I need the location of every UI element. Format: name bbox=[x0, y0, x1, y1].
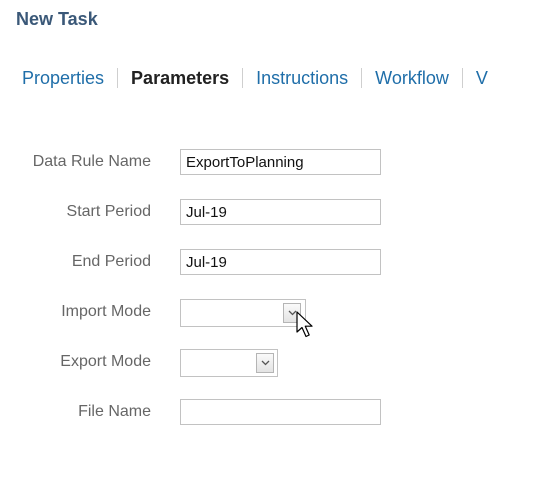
form-row-start-period: Start Period bbox=[0, 199, 552, 225]
tab-workflow[interactable]: Workflow bbox=[375, 66, 449, 90]
tab-separator bbox=[361, 68, 363, 88]
file-name-label: File Name bbox=[78, 403, 151, 420]
import-mode-dropdown-button[interactable] bbox=[283, 303, 301, 323]
data-rule-name-label: Data Rule Name bbox=[32, 153, 151, 170]
form-row-export-mode: Export Mode bbox=[0, 349, 552, 377]
start-period-input[interactable] bbox=[180, 199, 381, 225]
tab-separator bbox=[117, 68, 119, 88]
tab-v-truncated[interactable]: V bbox=[476, 66, 488, 90]
data-rule-name-input[interactable] bbox=[180, 149, 381, 175]
export-mode-label: Export Mode bbox=[60, 353, 151, 370]
page-title: New Task bbox=[16, 9, 98, 29]
export-mode-select[interactable] bbox=[180, 349, 278, 377]
form-row-import-mode: Import Mode bbox=[0, 299, 552, 327]
chevron-down-icon bbox=[288, 310, 296, 316]
end-period-label: End Period bbox=[71, 253, 151, 270]
form-row-end-period: End Period bbox=[0, 249, 552, 275]
tab-separator bbox=[242, 68, 244, 88]
end-period-input[interactable] bbox=[180, 249, 381, 275]
tab-instructions[interactable]: Instructions bbox=[256, 66, 348, 90]
tab-separator bbox=[461, 68, 463, 88]
export-mode-dropdown-button[interactable] bbox=[256, 353, 274, 373]
import-mode-label: Import Mode bbox=[61, 303, 151, 320]
file-name-input[interactable] bbox=[180, 399, 381, 425]
import-mode-select[interactable] bbox=[180, 299, 306, 327]
form-row-file-name: File Name bbox=[0, 399, 552, 425]
start-period-label: Start Period bbox=[66, 203, 151, 220]
tab-properties[interactable]: Properties bbox=[22, 66, 104, 90]
form-row-data-rule-name: Data Rule Name bbox=[0, 149, 552, 175]
tab-parameters[interactable]: Parameters bbox=[131, 66, 229, 90]
tab-bar: Properties Parameters Instructions Workf… bbox=[22, 66, 488, 90]
chevron-down-icon bbox=[261, 360, 269, 366]
